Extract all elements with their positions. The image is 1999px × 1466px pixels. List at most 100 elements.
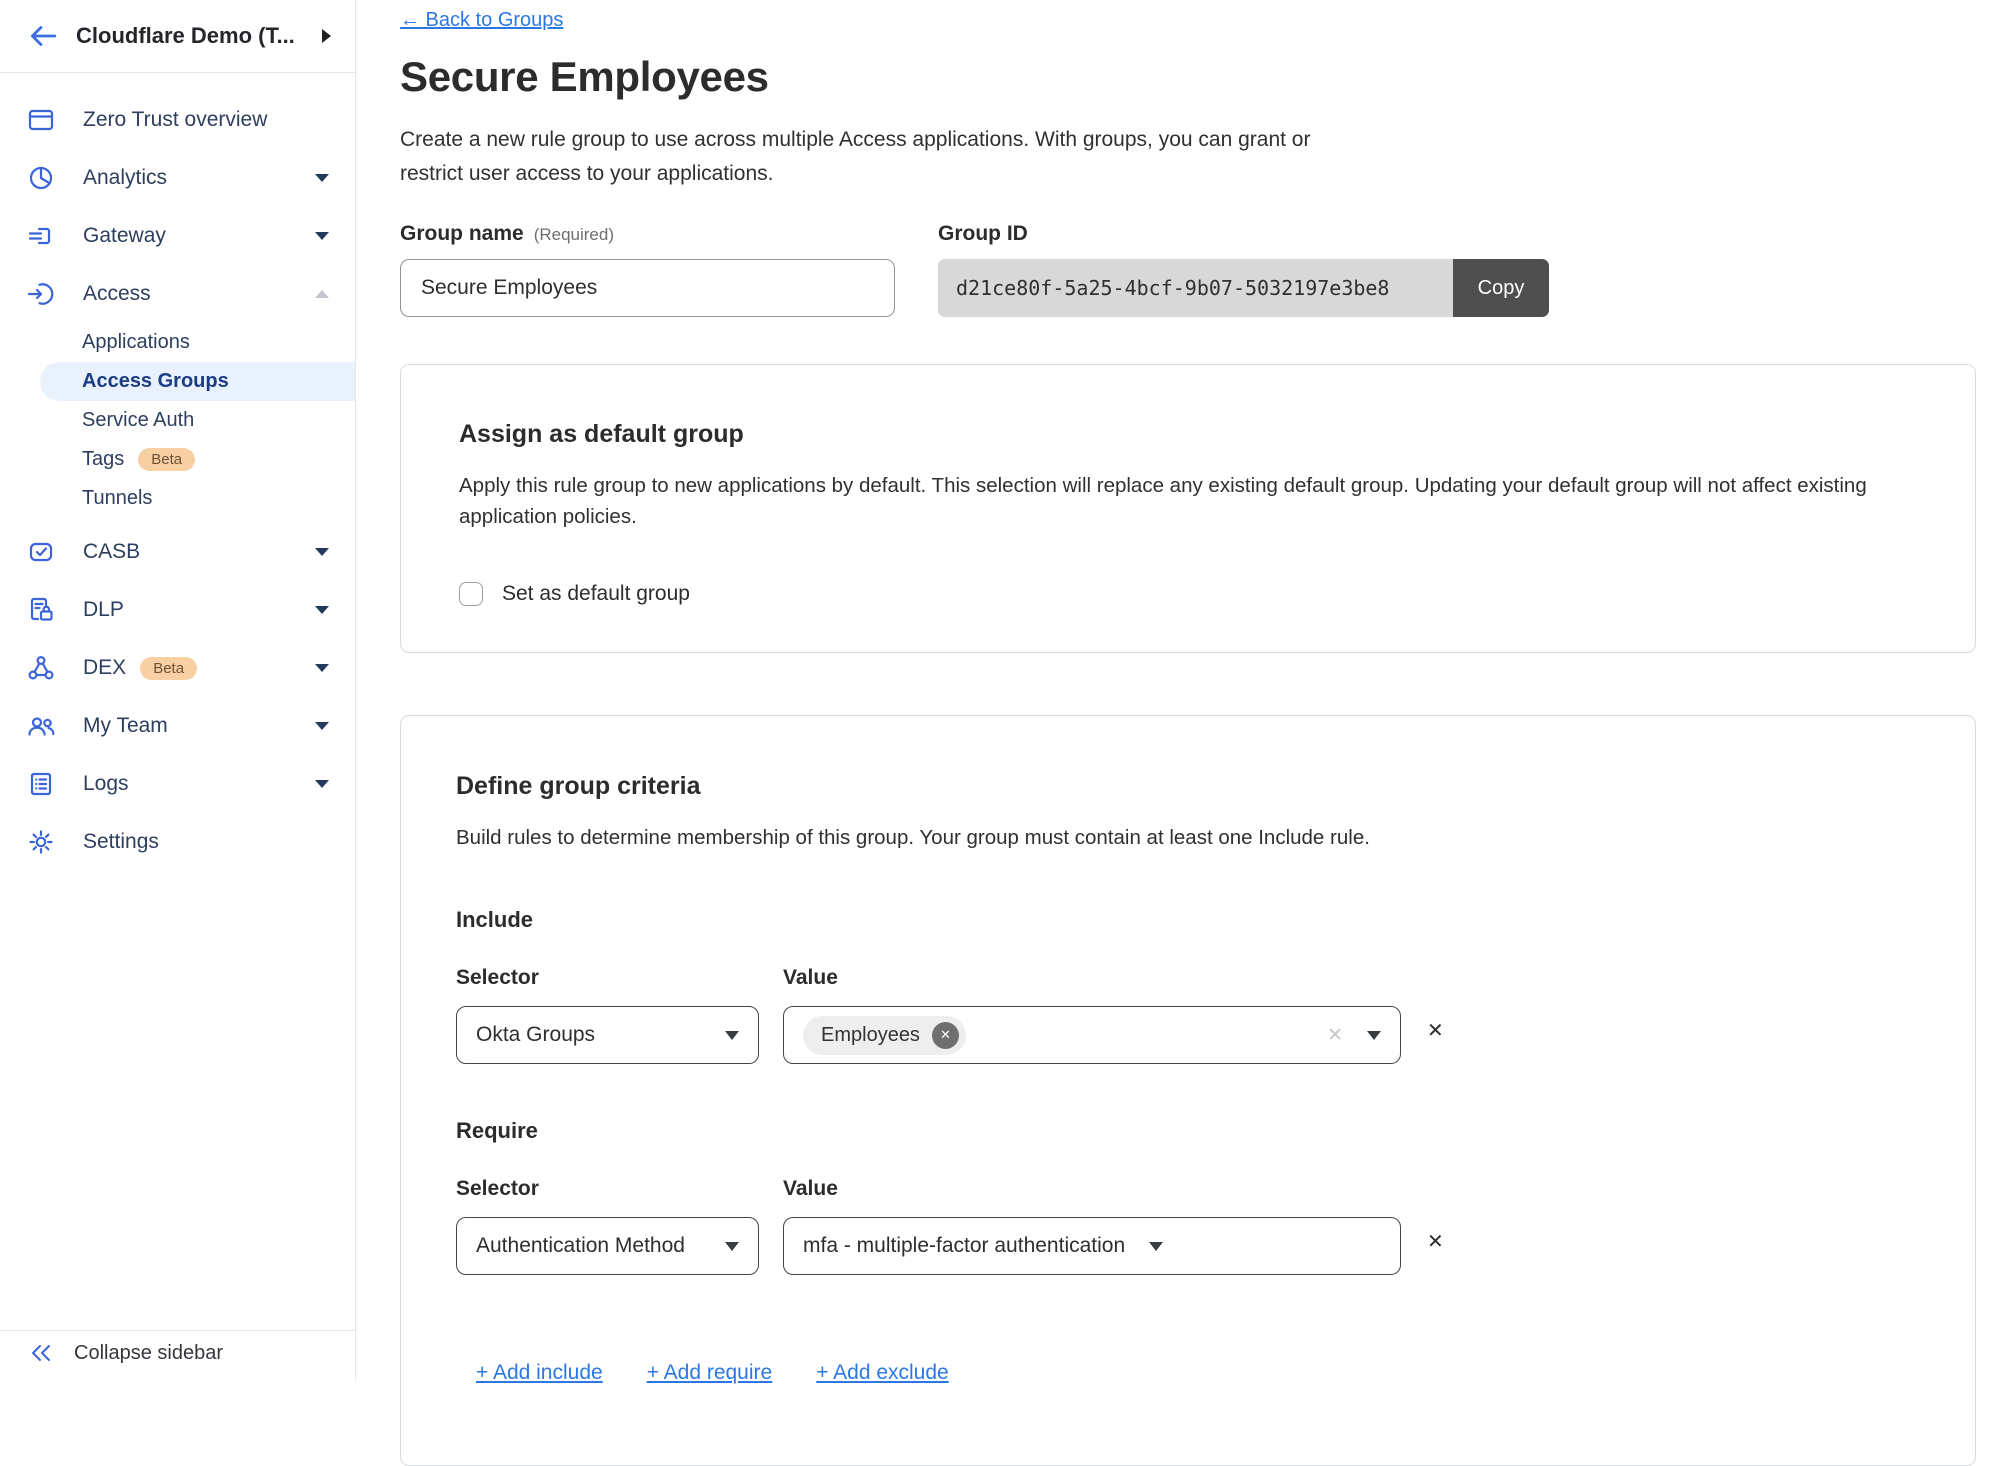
sidebar-item-analytics[interactable]: Analytics <box>0 149 355 207</box>
chevron-down-icon <box>315 606 329 614</box>
include-heading: Include <box>456 907 1917 933</box>
include-selector-label: Selector <box>456 966 783 990</box>
access-sub-list: Applications Access Groups Service Auth … <box>0 323 355 518</box>
chevron-down-icon <box>315 548 329 556</box>
value-chip: Employees ✕ <box>803 1016 966 1055</box>
sidebar-item-logs[interactable]: Logs <box>0 755 355 813</box>
account-header: Cloudflare Demo (T... <box>0 0 355 73</box>
sidebar-item-service-auth[interactable]: Service Auth <box>0 401 355 440</box>
group-name-input[interactable] <box>400 259 895 317</box>
require-heading: Require <box>456 1118 1917 1144</box>
copy-button[interactable]: Copy <box>1453 259 1549 317</box>
sidebar-item-label: Analytics <box>83 166 167 190</box>
back-to-groups-link[interactable]: ← Back to Groups <box>400 9 563 32</box>
sub-item-label: Service Auth <box>82 409 194 432</box>
include-labels-row: Selector Value <box>456 966 1917 990</box>
required-hint: (Required) <box>534 225 614 245</box>
gear-icon <box>26 827 56 857</box>
chevron-down-icon <box>315 174 329 182</box>
criteria-card-description: Build rules to determine membership of t… <box>456 822 1881 853</box>
remove-include-rule-icon[interactable]: ✕ <box>1427 1021 1444 1041</box>
remove-require-rule-icon[interactable]: ✕ <box>1427 1232 1444 1252</box>
sub-item-label: Access Groups <box>82 370 229 393</box>
include-value-label: Value <box>783 966 838 990</box>
require-selector-value: Authentication Method <box>476 1234 685 1258</box>
main-content: ← Back to Groups Secure Employees Create… <box>357 0 1999 1381</box>
group-name-id-row: Group name (Required) Group ID d21ce80f-… <box>400 222 1999 317</box>
group-name-field-group: Group name (Required) <box>400 222 895 317</box>
include-selector-dropdown[interactable]: Okta Groups <box>456 1006 759 1064</box>
add-exclude-link[interactable]: + Add exclude <box>816 1361 949 1385</box>
collapse-sidebar-button[interactable]: Collapse sidebar <box>0 1330 355 1381</box>
sidebar-item-settings[interactable]: Settings <box>0 813 355 871</box>
sidebar-item-label: Zero Trust overview <box>83 108 267 132</box>
require-selector-dropdown[interactable]: Authentication Method <box>456 1217 759 1275</box>
chevron-down-icon <box>315 232 329 240</box>
set-default-group-checkbox[interactable] <box>459 582 483 606</box>
sub-item-label: Applications <box>82 331 190 354</box>
sidebar-item-label: CASB <box>83 540 140 564</box>
collapse-sidebar-label: Collapse sidebar <box>74 1342 223 1365</box>
sidebar-item-label: Logs <box>83 772 129 796</box>
sidebar-item-dex[interactable]: DEX Beta <box>0 639 355 697</box>
chevron-down-icon <box>315 722 329 730</box>
sidebar-item-label: DEX <box>83 656 126 680</box>
network-nodes-icon <box>26 653 56 683</box>
pie-chart-icon <box>26 163 56 193</box>
sidebar-item-tunnels[interactable]: Tunnels <box>0 479 355 518</box>
chevron-down-icon <box>1149 1242 1163 1251</box>
document-lock-icon <box>26 595 56 625</box>
chevron-right-icon[interactable] <box>322 29 331 43</box>
chevron-down-icon <box>725 1031 739 1040</box>
double-chevron-left-icon <box>28 1340 54 1366</box>
people-icon <box>26 711 56 741</box>
add-rule-links-row: + Add include + Add require + Add exclud… <box>456 1361 1917 1385</box>
require-value-dropdown[interactable]: mfa - multiple-factor authentication <box>783 1217 1401 1275</box>
sidebar: Cloudflare Demo (T... Zero Trust overvie… <box>0 0 356 1381</box>
page-title: Secure Employees <box>400 53 1999 101</box>
sidebar-item-label: DLP <box>83 598 124 622</box>
back-arrow-icon[interactable] <box>26 20 58 52</box>
value-chip-label: Employees <box>821 1024 920 1047</box>
set-default-group-label: Set as default group <box>502 582 690 606</box>
require-labels-row: Selector Value <box>456 1177 1917 1201</box>
sidebar-item-my-team[interactable]: My Team <box>0 697 355 755</box>
list-page-icon <box>26 769 56 799</box>
sidebar-item-tags[interactable]: Tags Beta <box>0 440 355 479</box>
require-rule-row: Authentication Method mfa - multiple-fac… <box>456 1217 1917 1275</box>
sidebar-item-casb[interactable]: CASB <box>0 523 355 581</box>
criteria-card-title: Define group criteria <box>456 772 1917 801</box>
include-selector-value: Okta Groups <box>476 1023 595 1047</box>
beta-badge: Beta <box>138 448 195 471</box>
default-group-card-title: Assign as default group <box>459 420 1917 449</box>
chip-remove-icon[interactable]: ✕ <box>932 1022 959 1049</box>
sidebar-item-applications[interactable]: Applications <box>0 323 355 362</box>
require-value-text: mfa - multiple-factor authentication <box>803 1234 1125 1258</box>
chevron-down-icon <box>315 780 329 788</box>
account-title[interactable]: Cloudflare Demo (T... <box>76 23 322 49</box>
sidebar-item-access[interactable]: Access <box>0 265 355 323</box>
sidebar-item-dlp[interactable]: DLP <box>0 581 355 639</box>
require-value-label: Value <box>783 1177 838 1201</box>
group-id-label: Group ID <box>938 222 1028 246</box>
sub-item-label: Tunnels <box>82 487 152 510</box>
default-group-checkbox-row: Set as default group <box>459 582 1917 606</box>
default-group-card-description: Apply this rule group to new application… <box>459 470 1884 532</box>
sub-item-label: Tags <box>82 448 124 471</box>
require-selector-label: Selector <box>456 1177 783 1201</box>
page-description: Create a new rule group to use across mu… <box>400 123 1365 191</box>
login-arrow-icon <box>26 279 56 309</box>
add-include-link[interactable]: + Add include <box>476 1361 603 1385</box>
chevron-down-icon <box>1367 1031 1381 1040</box>
chevron-up-icon <box>315 290 329 298</box>
sidebar-item-gateway[interactable]: Gateway <box>0 207 355 265</box>
sidebar-item-label: My Team <box>83 714 168 738</box>
sidebar-item-zero-trust-overview[interactable]: Zero Trust overview <box>0 91 355 149</box>
gateway-icon <box>26 221 56 251</box>
sidebar-item-access-groups[interactable]: Access Groups <box>40 362 355 401</box>
chevron-down-icon <box>725 1242 739 1251</box>
include-value-multiselect[interactable]: Employees ✕ ✕ <box>783 1006 1401 1064</box>
clear-value-icon[interactable]: ✕ <box>1327 1024 1343 1047</box>
beta-badge: Beta <box>140 657 197 680</box>
add-require-link[interactable]: + Add require <box>647 1361 773 1385</box>
